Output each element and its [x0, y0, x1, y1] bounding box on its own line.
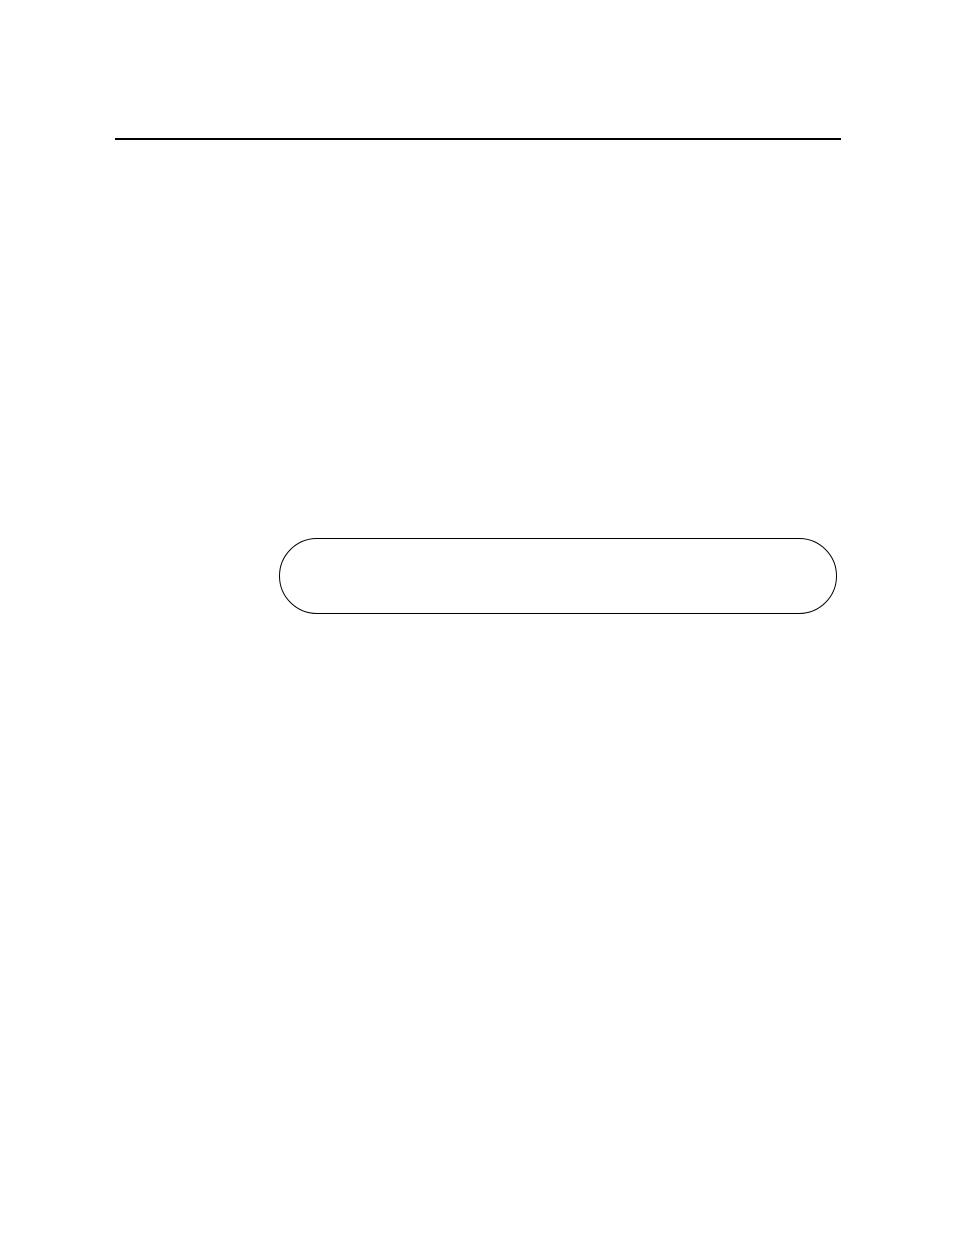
document-page: [0, 0, 954, 1235]
header-divider: [115, 138, 841, 140]
callout-box: [279, 538, 837, 614]
